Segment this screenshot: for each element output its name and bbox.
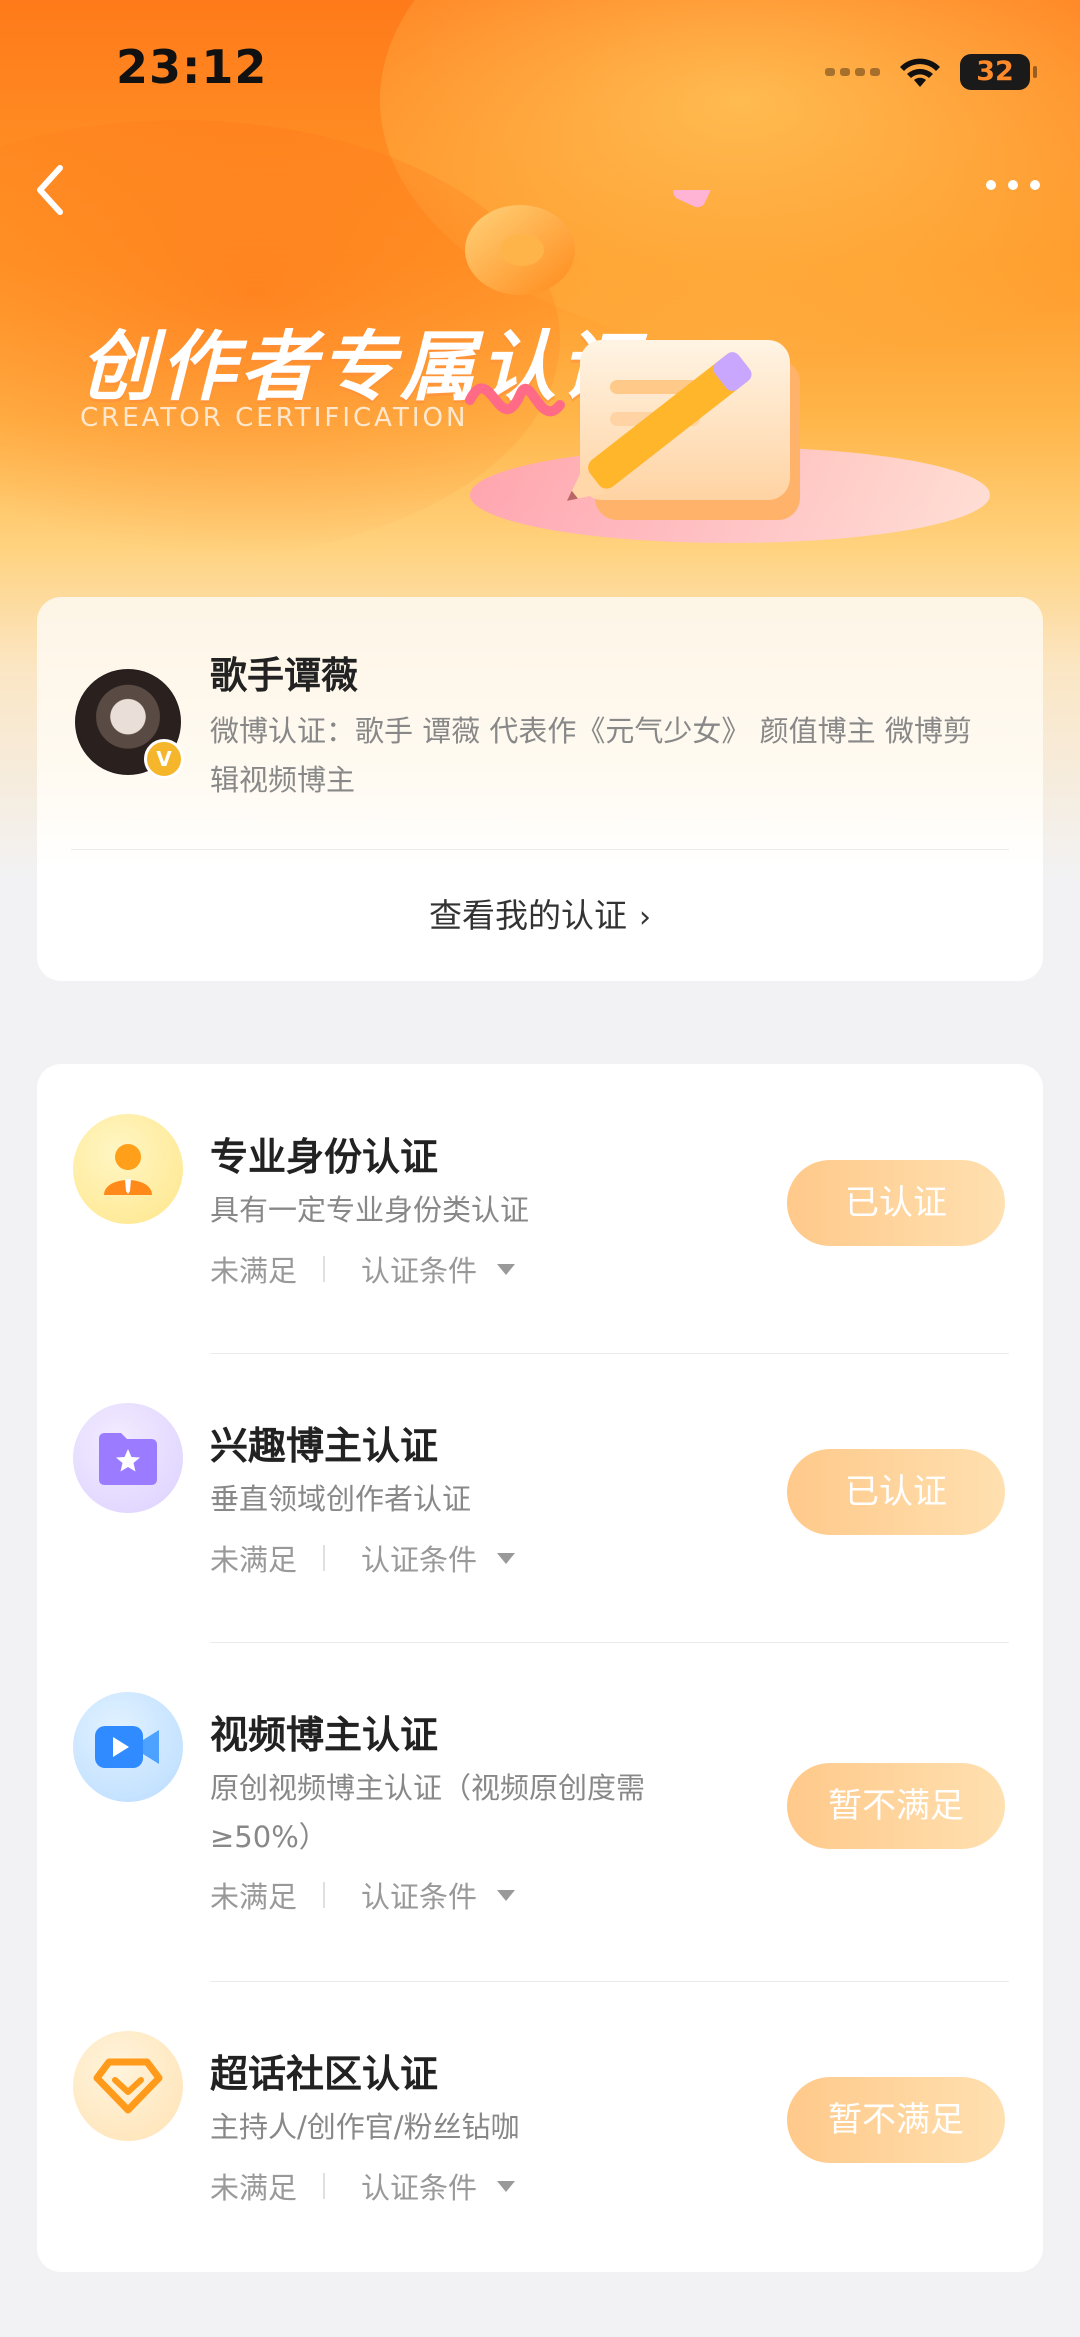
divider	[210, 1642, 1009, 1643]
cert-title: 超话社区认证	[210, 2052, 439, 2096]
cert-title: 兴趣博主认证	[210, 1424, 439, 1468]
super-topic-diamond-icon	[73, 2031, 183, 2141]
divider	[210, 1981, 1009, 1982]
divider	[71, 849, 1009, 850]
view-my-certification-label: 查看我的认证	[429, 896, 627, 935]
wifi-icon	[900, 58, 940, 87]
conditions-toggle[interactable]: 认证条件	[361, 1248, 516, 1290]
caret-down-icon	[497, 1552, 516, 1564]
conditions-label: 认证条件	[361, 1880, 478, 1914]
cert-meta: 未满足 认证条件	[210, 2165, 516, 2207]
cert-meta: 未满足 认证条件	[210, 1874, 516, 1916]
video-blogger-icon	[73, 1692, 183, 1802]
caret-down-icon	[497, 1263, 516, 1275]
signal-icon	[825, 68, 880, 76]
cert-meta: 未满足 认证条件	[210, 1248, 516, 1290]
profile-card: V 歌手谭薇 微博认证：歌手 谭薇 代表作《元气少女》 颜值博主 微博剪辑视频博…	[37, 597, 1043, 981]
certification-list: 专业身份认证 具有一定专业身份类认证 未满足 认证条件 已认证 兴趣博主认证 垂…	[37, 1064, 1043, 2272]
conditions-label: 认证条件	[361, 1543, 478, 1577]
cert-status: 未满足	[210, 1254, 298, 1288]
status-time: 23:12	[116, 40, 268, 94]
cert-description: 具有一定专业身份类认证	[210, 1193, 530, 1227]
status-bar-right: 32	[825, 50, 1037, 94]
certified-button[interactable]: 已认证	[787, 1160, 1005, 1246]
interest-blogger-icon	[73, 1403, 183, 1513]
cert-title: 视频博主认证	[210, 1713, 439, 1757]
caret-down-icon	[497, 2180, 516, 2192]
chevron-right-icon: ›	[639, 900, 651, 935]
certified-button[interactable]: 已认证	[787, 1449, 1005, 1535]
cert-description: 主持人/创作官/粉丝钻咖	[210, 2110, 520, 2144]
conditions-toggle[interactable]: 认证条件	[361, 1537, 516, 1579]
cert-title: 专业身份认证	[210, 1135, 439, 1179]
cert-status: 未满足	[210, 2171, 298, 2205]
conditions-label: 认证条件	[361, 2171, 478, 2205]
back-arrow-icon[interactable]	[30, 160, 70, 220]
battery-indicator: 32	[960, 54, 1037, 90]
not-eligible-button[interactable]: 暂不满足	[787, 1763, 1005, 1849]
cert-description: 原创视频博主认证（视频原创度需≥50%）	[210, 1771, 646, 1854]
cert-status: 未满足	[210, 1543, 298, 1577]
caret-down-icon	[497, 1889, 516, 1901]
certificate-pen-illustration	[465, 190, 990, 543]
view-my-certification-link[interactable]: 查看我的认证 ›	[37, 889, 1043, 937]
banner-subtitle: CREATOR CERTIFICATION	[80, 403, 469, 433]
conditions-toggle[interactable]: 认证条件	[361, 1874, 516, 1916]
not-eligible-button[interactable]: 暂不满足	[787, 2077, 1005, 2163]
cert-status: 未满足	[210, 1880, 298, 1914]
more-options-icon[interactable]	[986, 180, 1040, 190]
conditions-label: 认证条件	[361, 1254, 478, 1288]
conditions-toggle[interactable]: 认证条件	[361, 2165, 516, 2207]
verified-badge-icon: V	[144, 739, 184, 779]
professional-identity-icon	[73, 1114, 183, 1224]
cert-description: 垂直领域创作者认证	[210, 1482, 472, 1516]
profile-name: 歌手谭薇	[210, 654, 358, 697]
profile-verification-text: 微博认证：歌手 谭薇 代表作《元气少女》 颜值博主 微博剪辑视频博主	[210, 714, 972, 797]
divider	[210, 1353, 1009, 1354]
cert-meta: 未满足 认证条件	[210, 1537, 516, 1579]
